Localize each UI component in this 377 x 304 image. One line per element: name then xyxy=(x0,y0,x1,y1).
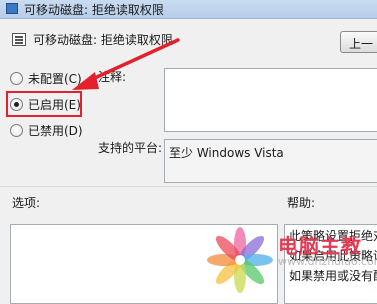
radio-disabled-label: 已禁用(D) xyxy=(28,123,83,138)
policy-window-icon xyxy=(6,3,18,14)
platform-label: 支持的平台: xyxy=(98,141,163,155)
watermark-url: www.dnzhuiao.com xyxy=(278,255,377,268)
options-label: 选项: xyxy=(12,196,41,210)
platform-value: 至少 Windows Vista xyxy=(169,146,284,160)
enabled-highlight-box xyxy=(6,91,82,117)
watermark: 电脑主教 www.dnzhuiao.com xyxy=(205,224,377,294)
radio-not-configured-label: 未配置(C) xyxy=(28,71,82,86)
radio-not-configured[interactable]: 未配置(C) xyxy=(10,68,82,88)
flower-logo-icon xyxy=(207,227,273,293)
policy-name: 可移动磁盘: 拒绝读取权限 xyxy=(33,33,173,47)
comment-textarea[interactable] xyxy=(164,68,377,132)
previous-setting-button[interactable]: 上一 xyxy=(340,31,377,53)
radio-disabled[interactable]: 已禁用(D) xyxy=(10,120,83,140)
radio-disabled-circle[interactable] xyxy=(10,123,23,137)
radio-not-configured-circle[interactable] xyxy=(10,71,23,85)
previous-setting-button-label: 上一 xyxy=(349,37,374,51)
window-title: 可移动磁盘: 拒绝读取权限 xyxy=(24,3,164,17)
title-bar: 可移动磁盘: 拒绝读取权限 xyxy=(0,0,377,19)
help-label: 帮助: xyxy=(287,196,316,210)
policy-setting-icon xyxy=(12,33,26,46)
comment-label: 注释: xyxy=(98,70,127,84)
platform-field: 至少 Windows Vista xyxy=(164,139,377,183)
section-divider xyxy=(0,186,377,187)
